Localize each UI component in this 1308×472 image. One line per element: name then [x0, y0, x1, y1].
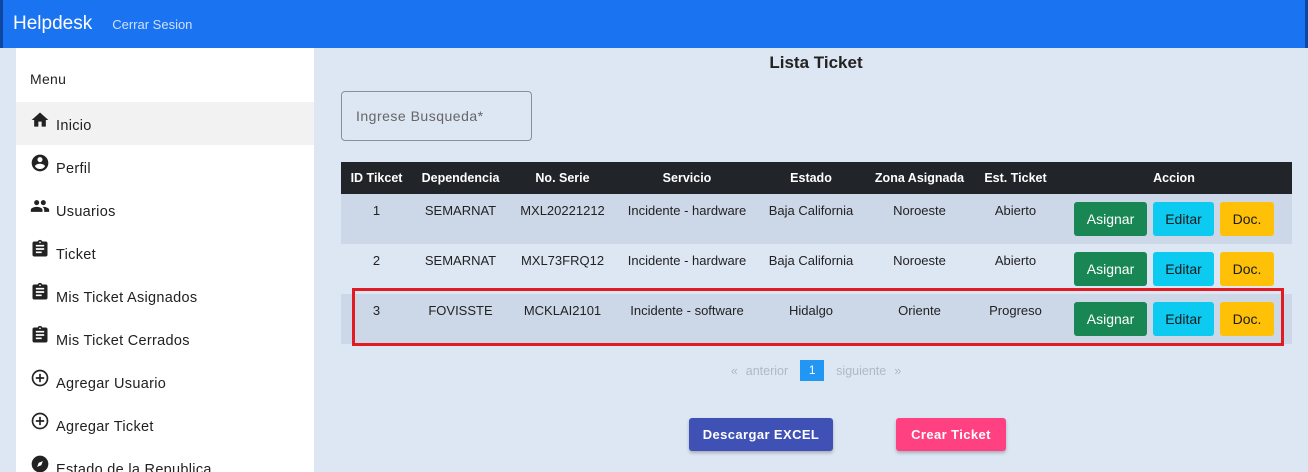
column-header[interactable]: Servicio	[616, 162, 758, 194]
doc-button[interactable]: Doc.	[1220, 202, 1274, 236]
assign-button[interactable]: Asignar	[1074, 302, 1147, 336]
pagination: « anterior 1 siguiente »	[314, 360, 1308, 381]
search-input[interactable]	[341, 91, 532, 141]
table-row[interactable]: 1 SEMARNAT MXL20221212 Incidente - hardw…	[341, 194, 1292, 244]
sidebar-item-perfil[interactable]: Perfil	[16, 145, 314, 188]
pagination-first[interactable]: «	[731, 364, 738, 378]
table-row[interactable]: 2 SEMARNAT MXL73FRQ12 Incidente - hardwa…	[341, 244, 1292, 294]
download-excel-button[interactable]: Descargar EXCEL	[689, 418, 833, 451]
column-header[interactable]: Estado	[758, 162, 864, 194]
column-header: Accion	[1056, 162, 1292, 194]
cell-serie: MXL20221212	[509, 194, 616, 244]
cell-dependencia: SEMARNAT	[412, 194, 509, 244]
cell-est-ticket: Progreso	[975, 294, 1056, 344]
cell-zona: Oriente	[864, 294, 975, 344]
pagination-next[interactable]: siguiente	[836, 364, 886, 378]
page-title: Lista Ticket	[769, 53, 863, 72]
account-circle-icon	[31, 154, 49, 171]
column-header[interactable]: No. Serie	[509, 162, 616, 194]
doc-button[interactable]: Doc.	[1220, 252, 1274, 286]
cell-zona: Noroeste	[864, 194, 975, 244]
cell-serie: MXL73FRQ12	[509, 244, 616, 294]
edit-button[interactable]: Editar	[1153, 252, 1214, 286]
cell-estado: Hidalgo	[758, 294, 864, 344]
sidebar-title: Menu	[30, 71, 67, 87]
sidebar: Menu Inicio Perfil Usuarios Ticket Mis T…	[16, 48, 314, 472]
column-header[interactable]: Zona Asignada	[864, 162, 975, 194]
table-header-row: ID Tikcet Dependencia No. Serie Servicio…	[341, 162, 1292, 194]
sidebar-item-mis-ticket-asignados[interactable]: Mis Ticket Asignados	[16, 274, 314, 317]
pagination-last[interactable]: »	[894, 364, 901, 378]
cell-actions: Asignar Editar Doc.	[1056, 244, 1292, 294]
sidebar-item-label: Agregar Ticket	[56, 418, 154, 435]
cell-zona: Noroeste	[864, 244, 975, 294]
column-header[interactable]: Est. Ticket	[975, 162, 1056, 194]
top-navbar: Helpdesk Cerrar Sesion	[0, 0, 1308, 48]
sidebar-item-label: Mis Ticket Asignados	[56, 289, 198, 306]
cell-servicio: Incidente - hardware	[616, 194, 758, 244]
sidebar-item-label: Ticket	[56, 246, 96, 263]
ticket-table-wrapper: ID Tikcet Dependencia No. Serie Servicio…	[341, 162, 1292, 344]
cell-estado: Baja California	[758, 194, 864, 244]
cell-actions: Asignar Editar Doc.	[1056, 294, 1292, 344]
clipboard-icon	[32, 239, 48, 256]
compass-icon	[31, 455, 49, 472]
create-ticket-button[interactable]: Crear Ticket	[896, 418, 1006, 451]
sidebar-item-agregar-ticket[interactable]: Agregar Ticket	[16, 403, 314, 446]
sidebar-item-inicio[interactable]: Inicio	[16, 102, 314, 145]
add-circle-icon	[31, 412, 49, 429]
sidebar-item-label: Usuarios	[56, 203, 116, 220]
cell-dependencia: SEMARNAT	[412, 244, 509, 294]
edit-button[interactable]: Editar	[1153, 202, 1214, 236]
sidebar-item-label: Perfil	[56, 160, 91, 177]
cell-servicio: Incidente - hardware	[616, 244, 758, 294]
cell-servicio: Incidente - software	[616, 294, 758, 344]
doc-button[interactable]: Doc.	[1220, 302, 1274, 336]
main-content: Lista Ticket ID Tikcet Dependencia No. S…	[314, 48, 1304, 472]
cell-id: 3	[341, 294, 412, 344]
home-icon	[31, 112, 49, 127]
sidebar-item-estado-republica[interactable]: Estado de la Republica	[16, 446, 314, 472]
cell-est-ticket: Abierto	[975, 244, 1056, 294]
sidebar-item-label: Inicio	[56, 117, 92, 134]
clipboard-icon	[32, 325, 48, 342]
edit-button[interactable]: Editar	[1153, 302, 1214, 336]
pagination-prev[interactable]: anterior	[746, 364, 788, 378]
brand-logo-text[interactable]: Helpdesk	[13, 13, 92, 35]
cell-estado: Baja California	[758, 244, 864, 294]
column-header[interactable]: Dependencia	[412, 162, 509, 194]
cell-serie: MCKLAI2101	[509, 294, 616, 344]
clipboard-icon	[32, 282, 48, 299]
cell-est-ticket: Abierto	[975, 194, 1056, 244]
column-header[interactable]: ID Tikcet	[341, 162, 412, 194]
sidebar-item-mis-ticket-cerrados[interactable]: Mis Ticket Cerrados	[16, 317, 314, 360]
add-circle-icon	[31, 369, 49, 386]
table-row[interactable]: 3 FOVISSTE MCKLAI2101 Incidente - softwa…	[341, 294, 1292, 344]
cell-id: 1	[341, 194, 412, 244]
assign-button[interactable]: Asignar	[1074, 252, 1147, 286]
people-icon	[30, 199, 50, 212]
sidebar-item-label: Agregar Usuario	[56, 375, 167, 392]
pagination-current-page[interactable]: 1	[800, 360, 825, 381]
cell-actions: Asignar Editar Doc.	[1056, 194, 1292, 244]
ticket-table: ID Tikcet Dependencia No. Serie Servicio…	[341, 162, 1292, 344]
sidebar-item-ticket[interactable]: Ticket	[16, 231, 314, 274]
sidebar-item-agregar-usuario[interactable]: Agregar Usuario	[16, 360, 314, 403]
sidebar-item-label: Mis Ticket Cerrados	[56, 332, 190, 349]
logout-link[interactable]: Cerrar Sesion	[112, 17, 192, 32]
cell-dependencia: FOVISSTE	[412, 294, 509, 344]
sidebar-item-usuarios[interactable]: Usuarios	[16, 188, 314, 231]
assign-button[interactable]: Asignar	[1074, 202, 1147, 236]
cell-id: 2	[341, 244, 412, 294]
sidebar-item-label: Estado de la Republica	[56, 461, 212, 472]
